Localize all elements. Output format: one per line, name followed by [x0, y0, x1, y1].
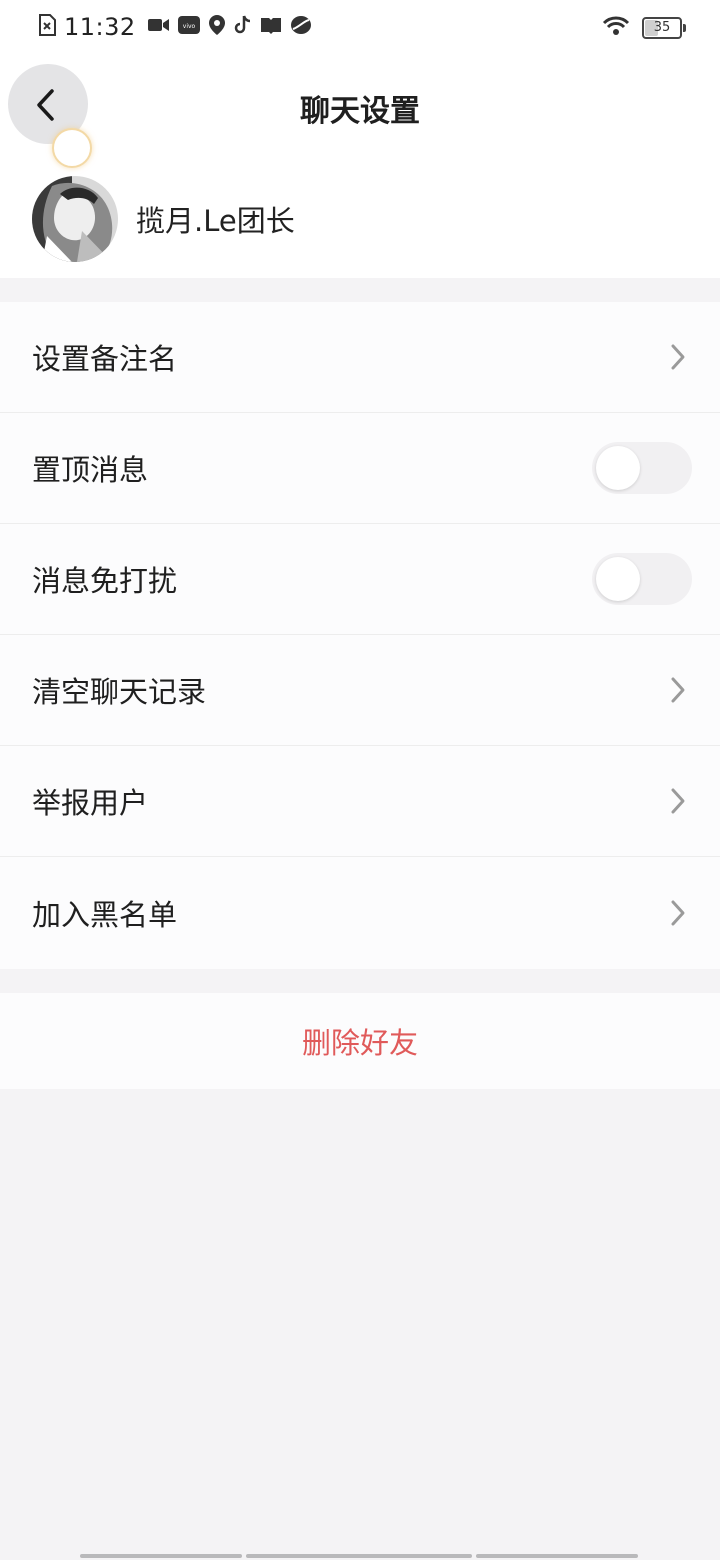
user-name: 揽月.Le团长 — [136, 204, 295, 238]
ball-icon — [290, 15, 312, 39]
row-clear-history[interactable]: 清空聊天记录 — [0, 635, 720, 746]
top-area: 11:32 vivo 35 聊天设置 揽月.Le团长 — [0, 0, 720, 278]
tiktok-icon — [234, 15, 252, 39]
nav-segment — [246, 1554, 472, 1558]
row-label: 设置备注名 — [32, 342, 178, 376]
row-label: 置顶消息 — [32, 453, 149, 487]
delete-friend-label: 删除好友 — [301, 1026, 418, 1060]
touch-indicator — [52, 128, 92, 168]
wifi-icon — [602, 15, 630, 41]
book-icon — [260, 16, 282, 38]
row-report-user[interactable]: 举报用户 — [0, 746, 720, 857]
nav-segment — [476, 1554, 638, 1558]
video-icon — [147, 17, 170, 37]
row-do-not-disturb: 消息免打扰 — [0, 524, 720, 635]
status-time: 11:32 — [64, 13, 136, 41]
row-label: 举报用户 — [32, 786, 149, 820]
row-add-blacklist[interactable]: 加入黑名单 — [0, 857, 720, 969]
row-label: 清空聊天记录 — [32, 675, 207, 709]
row-label: 消息免打扰 — [32, 564, 178, 598]
location-icon — [208, 14, 226, 40]
chevron-right-icon — [671, 900, 685, 926]
battery-icon: 35 — [642, 17, 686, 39]
sim-error-icon — [38, 14, 56, 40]
status-right: 35 — [602, 15, 686, 41]
chevron-right-icon — [671, 344, 685, 370]
svg-text:vivo: vivo — [182, 23, 195, 30]
pin-chat-toggle[interactable] — [592, 442, 692, 494]
delete-friend-button[interactable]: 删除好友 — [0, 993, 720, 1089]
page-title: 聊天设置 — [300, 94, 420, 129]
chevron-right-icon — [671, 677, 685, 703]
do-not-disturb-toggle[interactable] — [592, 553, 692, 605]
toggle-knob — [596, 446, 640, 490]
status-left: 11:32 vivo — [38, 13, 312, 41]
status-bar: 11:32 vivo 35 — [0, 0, 720, 56]
nav-segment — [80, 1554, 242, 1558]
settings-group: 设置备注名 置顶消息 消息免打扰 清空聊天记录 举报用户 加入黑名单 — [0, 302, 720, 969]
toggle-knob — [596, 557, 640, 601]
chevron-right-icon — [671, 788, 685, 814]
header: 聊天设置 — [0, 56, 720, 168]
row-pin-chat: 置顶消息 — [0, 413, 720, 524]
home-indicator[interactable] — [80, 1554, 640, 1558]
battery-level: 35 — [653, 20, 671, 35]
profile-card[interactable]: 揽月.Le团长 — [32, 176, 295, 262]
row-label: 加入黑名单 — [32, 898, 178, 932]
avatar[interactable] — [32, 176, 118, 262]
row-set-remark[interactable]: 设置备注名 — [0, 302, 720, 413]
vivo-icon: vivo — [177, 16, 200, 38]
